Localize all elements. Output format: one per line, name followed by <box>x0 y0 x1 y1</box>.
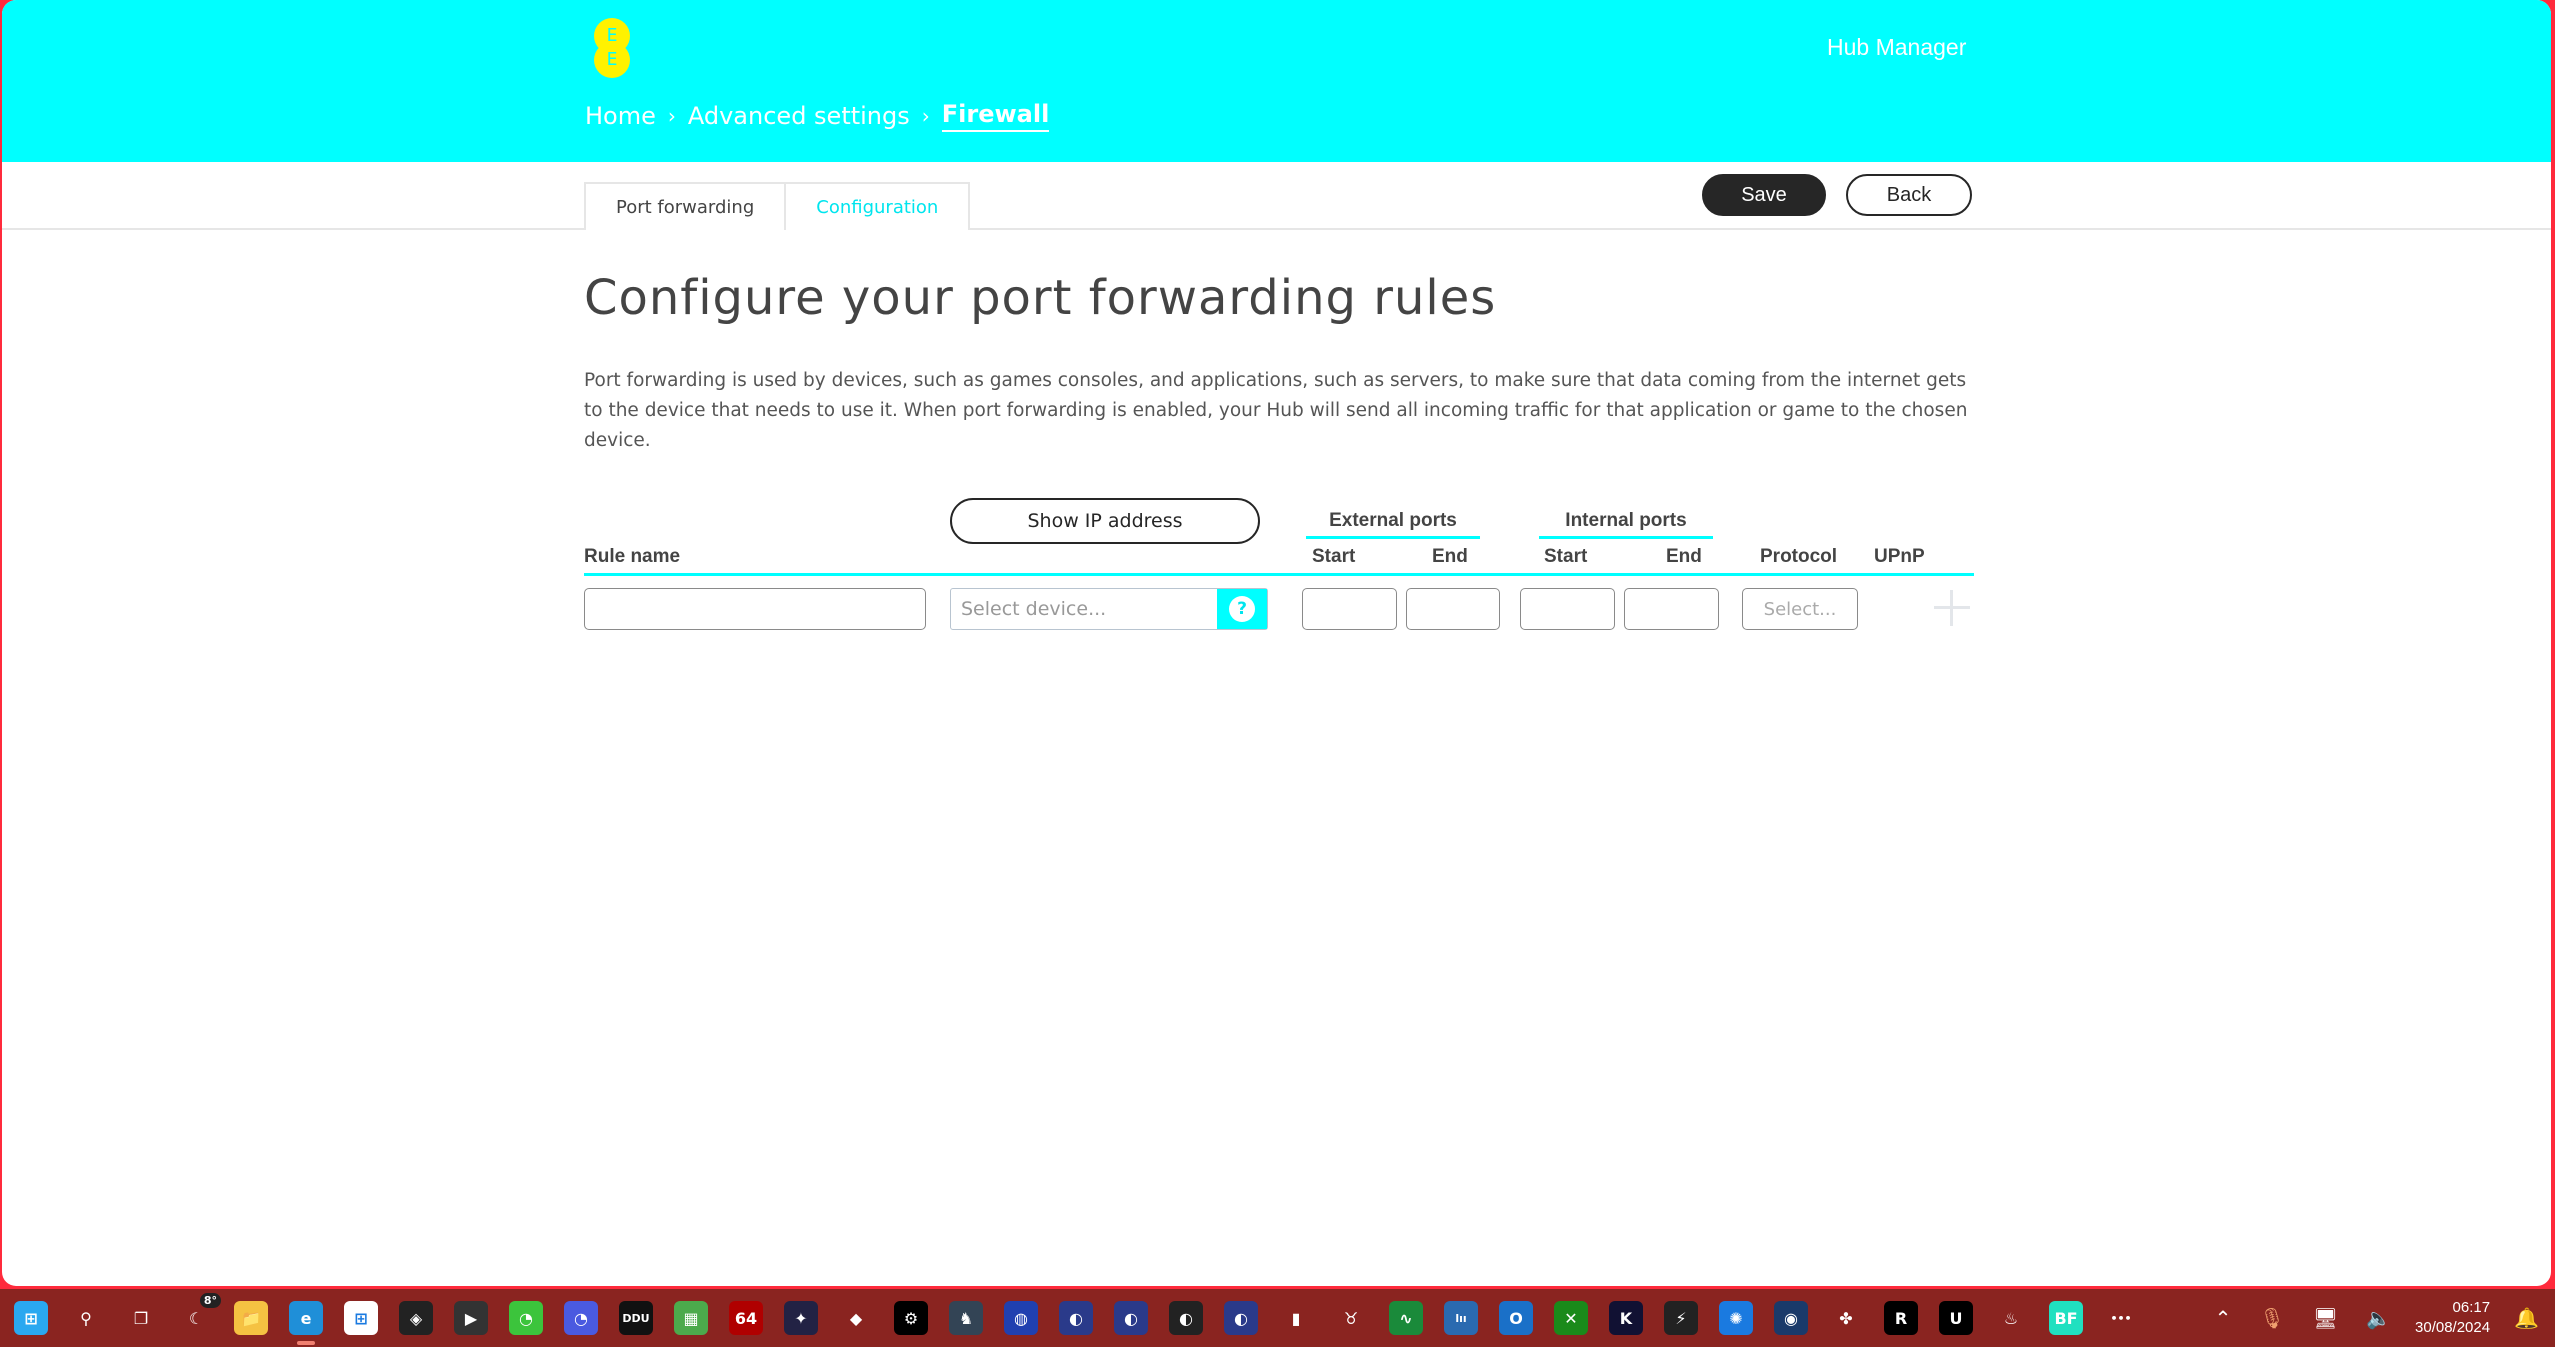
header-internal-end: End <box>1666 546 1702 567</box>
cinema4d-icon-2[interactable]: ◐ <box>1114 1301 1148 1335</box>
protocol-select[interactable]: Select... <box>1742 588 1858 630</box>
cinema4d-icon[interactable]: ◐ <box>1059 1301 1093 1335</box>
chevron-right-icon: › <box>921 104 930 128</box>
fan-control-icon[interactable]: ✤ <box>1829 1301 1863 1335</box>
gpu-tool-icon[interactable]: ▦ <box>674 1301 708 1335</box>
device-select[interactable]: Select device... ? <box>950 588 1268 630</box>
settings-gear-icon[interactable]: ⚙ <box>894 1301 928 1335</box>
outlook-icon[interactable]: O <box>1499 1301 1533 1335</box>
battlenet-icon[interactable]: ✺ <box>1719 1301 1753 1335</box>
unreal-engine-icon[interactable]: U <box>1939 1301 1973 1335</box>
cinema4d-icon-4[interactable]: ◐ <box>1224 1301 1258 1335</box>
aida64-icon[interactable]: 64 <box>729 1301 763 1335</box>
breadcrumb: Home › Advanced settings › Firewall <box>585 100 1050 132</box>
cinema4d-icon-3[interactable]: ◐ <box>1169 1301 1203 1335</box>
notification-bell-icon[interactable]: 🔔 <box>2514 1306 2539 1330</box>
page-title: Configure your port forwarding rules <box>584 270 1497 326</box>
windows-start-icon[interactable]: ⊞ <box>14 1301 48 1335</box>
media-player-icon[interactable]: ▶ <box>454 1301 488 1335</box>
equalizer-app-icon[interactable]: lıı <box>1444 1301 1478 1335</box>
new-rule-row: Select device... ? Select... <box>584 588 1974 632</box>
rules-table-header: Rule name Show IP address External ports… <box>584 498 1974 576</box>
rule-name-input[interactable] <box>584 588 926 630</box>
redragon-icon[interactable]: ♉ <box>1334 1301 1368 1335</box>
breadcrumb-advanced-settings[interactable]: Advanced settings <box>688 102 910 130</box>
tab-configuration[interactable]: Configuration <box>786 182 971 230</box>
search-icon[interactable]: ⚲ <box>69 1301 103 1335</box>
hub-manager-title: Hub Manager <box>1827 34 1967 60</box>
disk-benchmark-icon[interactable]: ◔ <box>509 1301 543 1335</box>
header-internal-start: Start <box>1544 546 1588 567</box>
breadcrumb-firewall[interactable]: Firewall <box>941 100 1050 132</box>
kodi-like-icon[interactable]: K <box>1609 1301 1643 1335</box>
flame-app-icon[interactable]: ♨ <box>1994 1301 2028 1335</box>
internal-end-input[interactable] <box>1624 588 1719 630</box>
back-button[interactable]: Back <box>1846 174 1972 216</box>
task-view-icon[interactable]: ❐ <box>124 1301 158 1335</box>
network-icon[interactable]: 🖥 <box>2313 1306 2338 1330</box>
header-external-start: Start <box>1312 546 1356 567</box>
save-button[interactable]: Save <box>1702 174 1826 216</box>
msi-afterburner-icon[interactable]: ◆ <box>839 1301 873 1335</box>
tabs: Port forwarding Configuration <box>584 182 971 230</box>
page-description: Port forwarding is used by devices, such… <box>584 370 1968 451</box>
breadcrumb-home[interactable]: Home <box>585 102 656 130</box>
page-header: E E Hub Manager Home › Advanced settings… <box>2 0 2551 162</box>
header-protocol: Protocol <box>1760 546 1838 567</box>
microsoft-store-icon[interactable]: ⊞ <box>344 1301 378 1335</box>
clock[interactable]: 06:17 30/08/2024 <box>2415 1298 2490 1338</box>
ee-logo[interactable]: E E <box>594 18 630 78</box>
help-button[interactable]: ? <box>1217 589 1267 629</box>
browser-window: E E Hub Manager Home › Advanced settings… <box>2 0 2551 1286</box>
header-external-ports: External ports <box>1306 510 1480 539</box>
globe-app-icon[interactable]: ◍ <box>1004 1301 1038 1335</box>
system-tray: ⌃ 🎙 🖥 🔈 06:17 30/08/2024 🔔 <box>2201 1289 2555 1347</box>
tab-bar: Port forwarding Configuration Save Back <box>2 162 2551 230</box>
header-internal-ports: Internal ports <box>1539 510 1713 539</box>
clock-time: 06:17 <box>2452 1299 2491 1316</box>
external-start-input[interactable] <box>1302 588 1397 630</box>
header-rule-name: Rule name <box>584 546 681 567</box>
volume-icon[interactable]: 🔈 <box>2366 1306 2391 1330</box>
edge-browser-icon[interactable]: e <box>289 1301 323 1345</box>
windows-taskbar: ⊞ ⚲ ❐ ☾ 8° 📁 e ⊞ ◈ ▶ ◔ ◔ DDU ▦ 64 ✦ ◆ ⚙ ♞ ◍ ◐ ◐ ◐ ◐ ▮ ♉ ∿ lıı O ✕ K ⚡ ✺ ◉… <box>0 1289 2555 1347</box>
add-rule-plus-icon[interactable] <box>1934 590 1970 626</box>
mouse-software-icon[interactable]: ▮ <box>1279 1301 1313 1335</box>
logo-dot-bottom: E <box>594 42 630 78</box>
device-select-placeholder: Select device... <box>961 598 1107 620</box>
external-end-input[interactable] <box>1406 588 1500 630</box>
chevron-right-icon: › <box>667 104 676 128</box>
clock-date: 30/08/2024 <box>2415 1319 2491 1336</box>
taskbar-apps: ⊞ ⚲ ❐ ☾ 8° 📁 e ⊞ ◈ ▶ ◔ ◔ DDU ▦ 64 ✦ ◆ ⚙ ♞ ◍ ◐ ◐ ◐ ◐ ▮ ♉ ∿ lıı O ✕ K ⚡ ✺ ◉… <box>14 1289 2159 1347</box>
rocket-app-icon[interactable]: ✦ <box>784 1301 818 1335</box>
system-benchmark-icon[interactable]: ◔ <box>564 1301 598 1335</box>
health-monitor-icon[interactable]: ∿ <box>1389 1301 1423 1335</box>
file-explorer-icon[interactable]: 📁 <box>234 1301 268 1335</box>
more-apps-icon[interactable]: ••• <box>2104 1301 2138 1335</box>
armoury-icon[interactable]: ♞ <box>949 1301 983 1335</box>
rockstar-icon[interactable]: R <box>1884 1301 1918 1335</box>
weather-icon[interactable]: ☾ 8° <box>179 1293 221 1335</box>
chevron-up-icon[interactable]: ⌃ <box>2215 1306 2232 1330</box>
microphone-icon[interactable]: 🎙 <box>2259 1306 2284 1330</box>
show-ip-address-button[interactable]: Show IP address <box>950 498 1260 544</box>
header-upnp: UPnP <box>1874 546 1925 567</box>
tab-port-forwarding[interactable]: Port forwarding <box>584 182 787 230</box>
internal-start-input[interactable] <box>1520 588 1615 630</box>
weather-temp-badge: 8° <box>199 1293 221 1308</box>
icue-icon[interactable]: ◈ <box>399 1301 433 1335</box>
ddu-icon[interactable]: DDU <box>619 1301 653 1335</box>
question-mark-icon: ? <box>1229 596 1255 622</box>
steam-icon[interactable]: ◉ <box>1774 1301 1808 1335</box>
header-external-end: End <box>1432 546 1468 567</box>
bf-game-icon[interactable]: BF <box>2049 1301 2083 1335</box>
xbox-icon[interactable]: ✕ <box>1554 1301 1588 1335</box>
speed-app-icon[interactable]: ⚡ <box>1664 1301 1698 1335</box>
